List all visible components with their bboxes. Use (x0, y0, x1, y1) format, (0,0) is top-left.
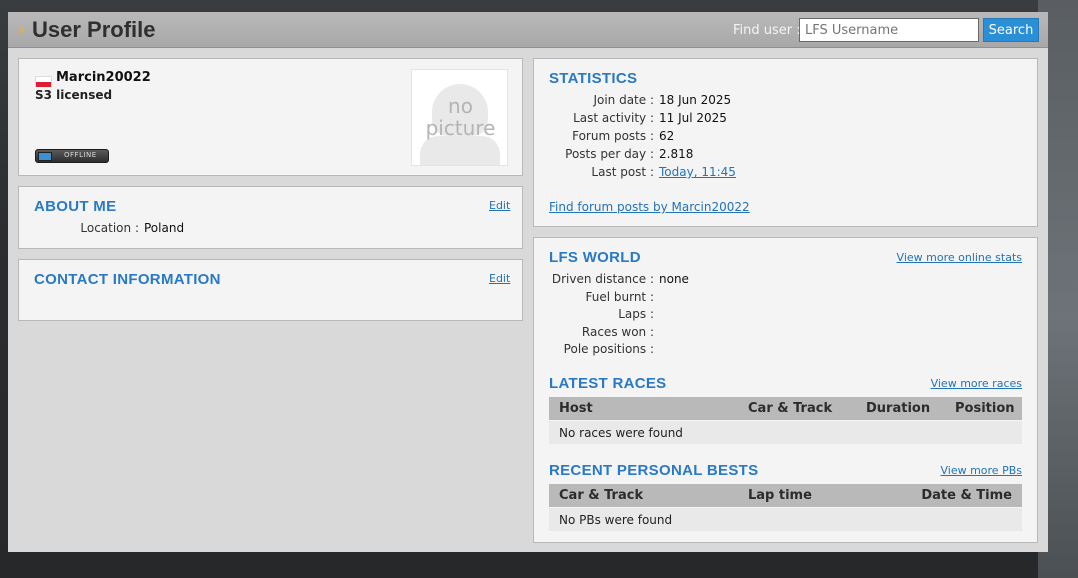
column-header-host: Host (559, 401, 593, 416)
contact-edit-link[interactable]: Edit (489, 272, 510, 285)
poland-flag-icon (35, 76, 52, 87)
column-header-car-track: Car & Track (748, 401, 833, 416)
no-races-text: No races were found (559, 426, 683, 440)
avatar-body-silhouette (420, 136, 500, 165)
avatar-placeholder: no picture (411, 69, 508, 166)
recent-personal-bests-heading: RECENT PERSONAL BESTS (549, 462, 759, 479)
lfs-logo-icon (38, 152, 52, 161)
view-more-online-stats-link[interactable]: View more online stats (897, 251, 1022, 264)
personal-bests-table-header: Car & Track Lap time Date & Time (549, 484, 1022, 507)
column-header-duration: Duration (866, 401, 931, 416)
laps-label: Laps : (618, 307, 654, 321)
fuel-burnt-row: Fuel burnt : (549, 290, 1029, 308)
statistics-heading: STATISTICS (549, 70, 638, 87)
latest-races-empty-row: No races were found (549, 421, 1022, 444)
status-label: OFFLINE (64, 151, 97, 159)
laps-row: Laps : (549, 307, 1029, 325)
location-label: Location : (80, 221, 139, 235)
forum-posts-value: 62 (659, 129, 675, 143)
driven-distance-row: Driven distance : none (549, 272, 1029, 290)
posts-per-day-label: Posts per day : (565, 147, 654, 161)
join-date-row: Join date : 18 Jun 2025 (549, 93, 1029, 111)
last-activity-value: 11 Jul 2025 (659, 111, 727, 125)
contact-information-section: CONTACT INFORMATION Edit (18, 259, 523, 321)
about-me-edit-link[interactable]: Edit (489, 199, 510, 212)
personal-bests-empty-row: No PBs were found (549, 508, 1022, 531)
location-row: Location : Poland (34, 221, 514, 239)
driven-distance-value: none (659, 272, 689, 286)
location-value: Poland (144, 221, 185, 235)
about-me-heading: ABOUT ME (34, 198, 117, 215)
username: Marcin20022 (56, 70, 151, 85)
races-won-row: Races won : (549, 325, 1029, 343)
last-activity-row: Last activity : 11 Jul 2025 (549, 111, 1029, 129)
title-bar: › User Profile Find user : Search (8, 12, 1048, 48)
driven-distance-label: Driven distance : (551, 272, 654, 286)
no-picture-text-line1: no (448, 94, 473, 118)
forum-posts-label: Forum posts : (572, 129, 654, 143)
latest-races-table-header: Host Car & Track Duration Position (549, 397, 1022, 420)
find-user-label: Find user : (733, 23, 801, 38)
last-post-label: Last post : (591, 165, 654, 179)
offline-status-badge: OFFLINE (35, 149, 109, 163)
last-post-row: Last post : Today, 11:45 (549, 165, 1029, 183)
pole-positions-row: Pole positions : (549, 342, 1029, 360)
latest-races-heading: LATEST RACES (549, 375, 667, 392)
no-pbs-text: No PBs were found (559, 513, 673, 527)
profile-card: Marcin20022 S3 licensed OFFLINE no pictu… (18, 58, 523, 176)
posts-per-day-row: Posts per day : 2.818 (549, 147, 1029, 165)
join-date-value: 18 Jun 2025 (659, 93, 732, 107)
license-level: S3 licensed (35, 88, 113, 102)
fuel-burnt-label: Fuel burnt : (585, 289, 655, 304)
page-title: User Profile (32, 17, 156, 42)
find-user-input[interactable] (799, 18, 979, 42)
column-header-date-time: Date & Time (921, 488, 1012, 503)
about-me-section: ABOUT ME Edit Location : Poland (18, 186, 523, 249)
lfs-world-heading: LFS WORLD (549, 249, 641, 266)
races-won-label: Races won : (581, 324, 654, 339)
search-button[interactable]: Search (983, 18, 1039, 42)
find-forum-posts-link[interactable]: Find forum posts by Marcin20022 (549, 200, 750, 214)
column-header-lap-time: Lap time (748, 488, 812, 503)
pole-positions-label: Pole positions : (563, 342, 654, 356)
column-header-car-track: Car & Track (559, 488, 644, 503)
view-more-races-link[interactable]: View more races (931, 377, 1022, 390)
posts-per-day-value: 2.818 (659, 147, 694, 161)
column-header-position: Position (955, 401, 1015, 416)
last-activity-label: Last activity : (573, 111, 654, 125)
join-date-label: Join date : (593, 93, 654, 107)
contact-information-heading: CONTACT INFORMATION (34, 271, 221, 288)
last-post-link[interactable]: Today, 11:45 (659, 165, 736, 179)
statistics-section: STATISTICS Join date : 18 Jun 2025 Last … (533, 58, 1038, 227)
profile-window: › User Profile Find user : Search Marcin… (8, 12, 1048, 552)
chevron-right-icon: › (18, 20, 25, 39)
view-more-pbs-link[interactable]: View more PBs (940, 464, 1022, 477)
no-picture-text-line2: picture (425, 116, 496, 140)
lfs-world-section: LFS WORLD View more online stats Driven … (533, 237, 1038, 543)
forum-posts-row: Forum posts : 62 (549, 129, 1029, 147)
